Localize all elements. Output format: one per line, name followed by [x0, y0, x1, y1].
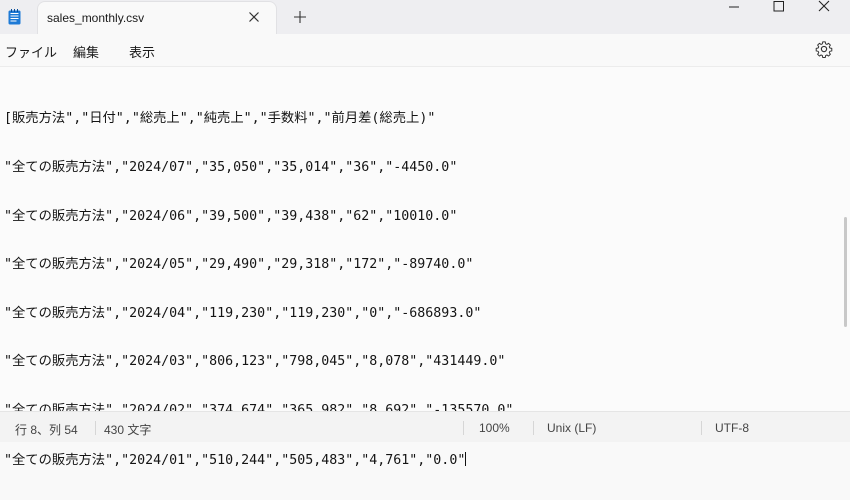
- status-bar: 行 8、列 54 430 文字 100% Unix (LF) UTF-8: [0, 411, 850, 442]
- close-icon[interactable]: [246, 9, 262, 25]
- menu-edit[interactable]: 編集: [73, 42, 99, 61]
- encoding[interactable]: UTF-8: [715, 421, 749, 435]
- file-tab[interactable]: sales_monthly.csv: [38, 2, 276, 34]
- editor-line: "全ての販売方法","2024/05","29,490","29,318","1…: [4, 257, 474, 273]
- vertical-scrollbar[interactable]: [844, 217, 847, 327]
- plus-icon[interactable]: [292, 9, 308, 25]
- minimize-icon[interactable]: [711, 0, 757, 20]
- gear-icon[interactable]: [815, 40, 833, 58]
- status-divider: [533, 421, 534, 435]
- cursor-position: 行 8、列 54: [15, 423, 78, 437]
- editor-line-text: "全ての販売方法","2024/01","510,244","505,483",…: [4, 452, 466, 468]
- text-caret: [465, 451, 467, 466]
- title-bar: sales_monthly.csv: [0, 0, 850, 34]
- status-divider: [463, 421, 464, 435]
- menu-file[interactable]: ファイル: [5, 42, 57, 61]
- editor-line-last: "全ての販売方法","2024/01","510,244","505,483",…: [4, 451, 513, 468]
- notepad-icon: [8, 9, 21, 25]
- maximize-icon[interactable]: [756, 0, 802, 20]
- close-window-icon[interactable]: [802, 0, 848, 20]
- character-count: 430 文字: [104, 423, 152, 437]
- zoom-level[interactable]: 100%: [479, 421, 510, 435]
- editor-line: "全ての販売方法","2024/07","35,050","35,014","3…: [4, 160, 458, 175]
- text-editor[interactable]: [販売方法","日付","総売上","純売上","手数料","前月差(総売上)"…: [0, 66, 850, 468]
- tab-title: sales_monthly.csv: [47, 11, 145, 25]
- status-divider: [701, 421, 702, 435]
- editor-line: "全ての販売方法","2024/04","119,230","119,230",…: [4, 305, 482, 321]
- editor-line: "全ての販売方法","2024/03","806,123","798,045",…: [4, 354, 506, 370]
- menu-bar: ファイル 編集 表示: [0, 34, 850, 66]
- status-divider: [95, 421, 96, 435]
- editor-line: [販売方法","日付","総売上","純売上","手数料","前月差(総売上)": [4, 111, 436, 127]
- menu-view[interactable]: 表示: [129, 42, 155, 61]
- line-ending[interactable]: Unix (LF): [547, 421, 596, 435]
- editor-line: "全ての販売方法","2024/06","39,500","39,438","6…: [4, 208, 458, 224]
